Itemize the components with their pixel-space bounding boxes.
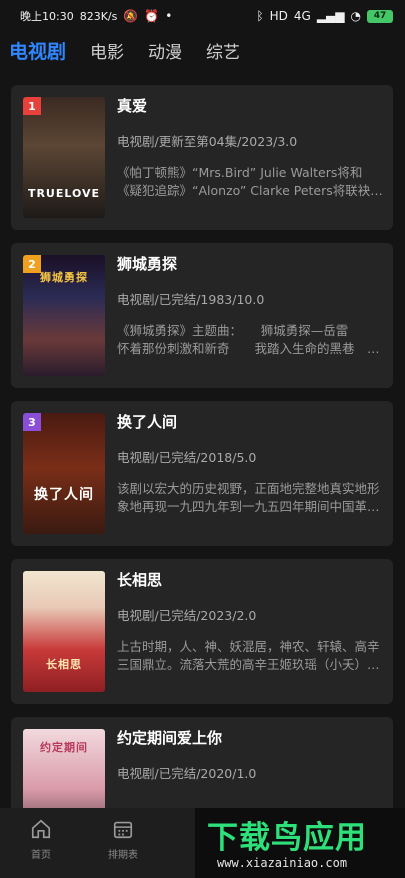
alarm-icon: ⏰ [144, 9, 160, 23]
mute-bell-icon: 🔕 [123, 9, 139, 23]
rank-badge: 3 [23, 413, 41, 431]
nav-home[interactable]: 首页 [0, 808, 82, 878]
watermark-url: www.xiazainiao.com [217, 856, 348, 870]
watermark-title: 下载鸟应用 [207, 820, 367, 856]
item-meta: 电视剧/已完结/2020/1.0 [117, 766, 257, 781]
tab-variety[interactable]: 综艺 [206, 38, 240, 63]
poster-title: TRUELOVE [27, 187, 101, 200]
item-meta: 电视剧/已完结/1983/10.0 [117, 292, 265, 307]
nav-schedule-label: 排期表 [108, 850, 138, 861]
list-item[interactable]: 1 TRUELOVE 真爱 电视剧/更新至第04集/2023/3.0 《帕丁顿熊… [11, 85, 393, 230]
rank-badge: 1 [23, 97, 41, 115]
item-title: 真爱 [117, 97, 148, 115]
category-tabs: 电视剧 电影 动漫 综艺 [0, 32, 405, 68]
item-title: 长相思 [117, 571, 163, 589]
item-info: 长相思 电视剧/已完结/2023/2.0 上古时期，人、神、妖混居，神农、轩辕、… [117, 569, 383, 674]
tab-movies[interactable]: 电影 [90, 38, 124, 63]
item-description: 《狮城勇探》主题曲： 狮城勇探—岳雷 怀着那份刺激和新奇 我踏入生命的黑巷 罪恶… [117, 323, 380, 356]
dot-icon: • [165, 9, 173, 23]
item-meta: 电视剧/已完结/2018/5.0 [117, 450, 257, 465]
item-title: 换了人间 [117, 413, 178, 431]
status-time: 晚上10:30 [20, 10, 74, 23]
battery-icon: 47 [367, 9, 393, 23]
list-item[interactable]: 3 换了人间 换了人间 电视剧/已完结/2018/5.0 该剧以宏大的历史视野，… [11, 401, 393, 546]
network-label: 4G [293, 9, 311, 23]
tab-anime[interactable]: 动漫 [148, 38, 182, 63]
wifi-icon: ◔ [350, 9, 361, 23]
poster-title: 长相思 [46, 658, 82, 671]
signal-icon: ▂▄▆ [316, 9, 345, 23]
hd-icon: HD [269, 9, 288, 23]
item-title: 约定期间爱上你 [117, 729, 223, 747]
status-left: 晚上10:30 823K/s 🔕 ⏰ • [20, 8, 172, 24]
ranking-list: 1 TRUELOVE 真爱 电视剧/更新至第04集/2023/3.0 《帕丁顿熊… [11, 85, 393, 875]
item-info: 换了人间 电视剧/已完结/2018/5.0 该剧以宏大的历史视野，正面地完整地真… [117, 411, 383, 516]
battery-level: 47 [373, 11, 387, 21]
item-description: 《帕丁顿熊》“Mrs.Bird” Julie Walters将和《疑犯追踪》“A… [117, 165, 383, 198]
item-info: 狮城勇探 电视剧/已完结/1983/10.0 《狮城勇探》主题曲： 狮城勇探—岳… [117, 253, 383, 358]
status-speed: 823K/s [79, 9, 118, 23]
list-item[interactable]: 2 狮城勇探 狮城勇探 电视剧/已完结/1983/10.0 《狮城勇探》主题曲：… [11, 243, 393, 388]
poster-image: 长相思 [23, 571, 105, 692]
poster-image: 2 狮城勇探 [23, 255, 105, 376]
bluetooth-icon: ᛒ [256, 9, 264, 23]
tab-tv-series[interactable]: 电视剧 [9, 37, 66, 64]
nav-schedule[interactable]: 排期表 [82, 808, 164, 878]
poster-title: 约定期间 [40, 741, 88, 754]
item-meta: 电视剧/已完结/2023/2.0 [117, 608, 257, 623]
poster-title: 狮城勇探 [40, 271, 88, 284]
item-title: 狮城勇探 [117, 255, 178, 273]
status-right: ᛒ HD 4G ▂▄▆ ◔ 47 [256, 9, 393, 23]
nav-home-label: 首页 [31, 850, 51, 861]
poster-title: 换了人间 [34, 487, 94, 503]
watermark-logo: 下载鸟应用 www.xiazainiao.com [195, 808, 405, 878]
item-meta: 电视剧/更新至第04集/2023/3.0 [117, 134, 298, 149]
item-info: 真爱 电视剧/更新至第04集/2023/3.0 《帕丁顿熊》“Mrs.Bird”… [117, 95, 383, 200]
home-icon [31, 819, 51, 839]
calendar-icon [113, 821, 133, 839]
poster-image: 3 换了人间 [23, 413, 105, 534]
item-description: 上古时期，人、神、妖混居，神农、轩辕、高辛三国鼎立。流落大荒的高辛王姬玖瑶（小夭… [117, 639, 380, 672]
list-item[interactable]: 长相思 长相思 电视剧/已完结/2023/2.0 上古时期，人、神、妖混居，神农… [11, 559, 393, 704]
status-bar: 晚上10:30 823K/s 🔕 ⏰ • ᛒ HD 4G ▂▄▆ ◔ 47 [0, 0, 405, 32]
poster-image: 1 TRUELOVE [23, 97, 105, 218]
item-description: 该剧以宏大的历史视野，正面地完整地真实地形象地再现一九四九年到一九五四年期间中国… [117, 481, 380, 514]
